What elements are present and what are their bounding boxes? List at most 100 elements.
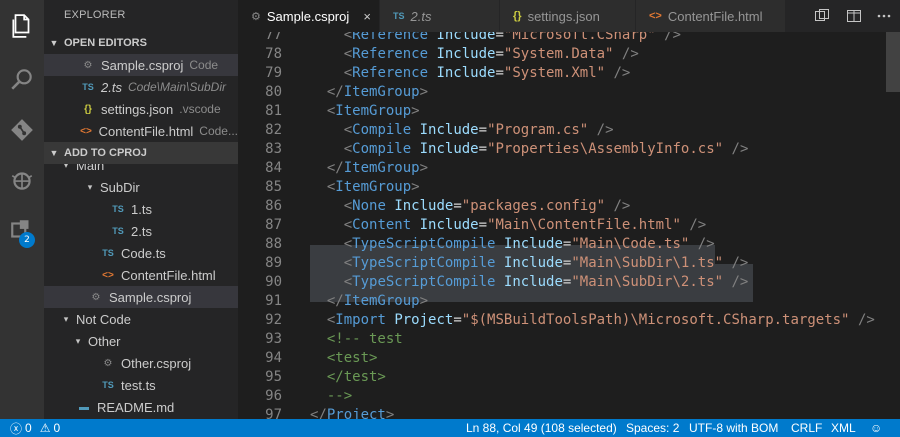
project-header[interactable]: ▼ ADD TO CPROJ bbox=[44, 142, 238, 164]
code-line: 83 <Compile Include="Properties\Assembly… bbox=[238, 140, 900, 159]
code-line: 77 <Reference Include="Microsoft.CSharp"… bbox=[238, 32, 900, 45]
code-line: 91 </ItemGroup> bbox=[238, 292, 900, 311]
ts-icon: TS bbox=[102, 380, 114, 390]
line-number: 90 bbox=[265, 274, 282, 290]
open-editor-item[interactable]: ⚙ Sample.csproj Code bbox=[44, 54, 238, 76]
activity-bar: 2 bbox=[0, 0, 44, 419]
line-number: 82 bbox=[265, 122, 282, 138]
problems-indicator[interactable]: ⓧ 0 ⚠ 0 bbox=[10, 419, 60, 437]
line-number: 87 bbox=[265, 217, 282, 233]
tree-file[interactable]: TS 2.ts bbox=[44, 220, 238, 242]
tree-file[interactable]: <> ContentFile.html bbox=[44, 264, 238, 286]
language-mode[interactable]: XML bbox=[831, 419, 856, 437]
line-code: <None Include="packages.config" /> bbox=[326, 198, 631, 214]
line-code: <Reference Include="Microsoft.CSharp" /> bbox=[326, 32, 681, 43]
line-number: 88 bbox=[265, 236, 282, 252]
explorer-icon[interactable] bbox=[0, 4, 44, 48]
code-line: 80 </ItemGroup> bbox=[238, 83, 900, 102]
tree-file[interactable]: ⚙ Other.csproj bbox=[44, 352, 238, 374]
line-code: <Import Project="$(MSBuildToolsPath)\Mic… bbox=[326, 312, 875, 328]
code-line: 88 <TypeScriptCompile Include="Main\Code… bbox=[238, 235, 900, 254]
chevron-down-icon: ▼ bbox=[49, 38, 59, 48]
debug-icon[interactable] bbox=[0, 158, 44, 202]
scrollbar-thumb[interactable] bbox=[886, 32, 900, 92]
line-code: <ItemGroup> bbox=[326, 179, 420, 195]
open-editor-item[interactable]: <> ContentFile.html Code... bbox=[44, 120, 238, 142]
chevron-down-icon: ▾ bbox=[63, 313, 69, 324]
code-line: 78 <Reference Include="System.Data" /> bbox=[238, 45, 900, 64]
ts-icon: TS bbox=[112, 226, 124, 236]
gear-icon: ⚙ bbox=[103, 357, 113, 369]
line-code: </ItemGroup> bbox=[326, 293, 429, 309]
tree-file[interactable]: ⚙ Sample.csproj bbox=[44, 286, 238, 308]
gear-icon: ⚙ bbox=[251, 10, 261, 23]
source-control-icon[interactable] bbox=[0, 108, 44, 152]
tree-file[interactable]: TS Code.ts bbox=[44, 242, 238, 264]
code-line: 90 <TypeScriptCompile Include="Main\SubD… bbox=[238, 273, 900, 292]
vscode-window: 2 EXPLORER ▼ OPEN EDITORS ⚙ Sample.cspro… bbox=[0, 0, 900, 437]
line-code: </test> bbox=[326, 369, 386, 385]
tree-folder[interactable]: ▾ SubDir bbox=[44, 176, 238, 198]
line-number: 78 bbox=[265, 46, 282, 62]
open-editors-header[interactable]: ▼ OPEN EDITORS bbox=[44, 32, 238, 54]
line-code: --> bbox=[326, 388, 353, 404]
vertical-scrollbar[interactable] bbox=[886, 32, 900, 419]
tab-2-ts[interactable]: TS 2.ts bbox=[380, 0, 500, 32]
gear-icon: ⚙ bbox=[83, 59, 93, 71]
json-icon: {} bbox=[513, 10, 522, 22]
line-ending[interactable]: CRLF bbox=[791, 419, 822, 437]
line-number: 81 bbox=[265, 103, 282, 119]
indentation[interactable]: Spaces: 2 bbox=[626, 419, 679, 437]
cursor-position[interactable]: Ln 88, Col 49 (108 selected) bbox=[466, 419, 617, 437]
line-number: 93 bbox=[265, 331, 282, 347]
search-icon[interactable] bbox=[0, 57, 44, 101]
tree-file[interactable]: TS 1.ts bbox=[44, 198, 238, 220]
code-line: 85 <ItemGroup> bbox=[238, 178, 900, 197]
code-line: 79 <Reference Include="System.Xml" /> bbox=[238, 64, 900, 83]
tab-contentfile-html[interactable]: <> ContentFile.html bbox=[636, 0, 786, 32]
line-number: 97 bbox=[265, 407, 282, 419]
chevron-down-icon: ▼ bbox=[49, 148, 59, 158]
html-icon: <> bbox=[649, 10, 662, 22]
encoding[interactable]: UTF-8 with BOM bbox=[689, 419, 778, 437]
ts-icon: TS bbox=[393, 11, 405, 21]
line-number: 96 bbox=[265, 388, 282, 404]
tree-folder[interactable]: ▾ Not Code bbox=[44, 308, 238, 330]
line-number: 86 bbox=[265, 198, 282, 214]
chevron-down-icon: ▾ bbox=[87, 181, 93, 192]
feedback-icon[interactable]: ☺ bbox=[870, 419, 882, 437]
line-code: <Reference Include="System.Xml" /> bbox=[326, 65, 631, 81]
extensions-badge: 2 bbox=[19, 232, 35, 248]
code-line: 89 <TypeScriptCompile Include="Main\SubD… bbox=[238, 254, 900, 273]
more-actions-icon[interactable] bbox=[872, 4, 896, 28]
line-number: 79 bbox=[265, 65, 282, 81]
code-line: 92 <Import Project="$(MSBuildToolsPath)\… bbox=[238, 311, 900, 330]
line-code: <!-- test bbox=[326, 331, 403, 347]
tab-settings-json[interactable]: {} settings.json bbox=[500, 0, 636, 32]
open-editor-item[interactable]: TS 2.ts Code\Main\SubDir bbox=[44, 76, 238, 98]
line-code: <Content Include="Main\ContentFile.html"… bbox=[326, 217, 707, 233]
line-number: 89 bbox=[265, 255, 282, 271]
tab-sample-csproj[interactable]: ⚙ Sample.csproj × bbox=[238, 0, 380, 32]
code-line: 95 </test> bbox=[238, 368, 900, 387]
html-icon: <> bbox=[80, 125, 92, 137]
line-number: 77 bbox=[265, 32, 282, 43]
line-number: 83 bbox=[265, 141, 282, 157]
open-editor-item[interactable]: {} settings.json .vscode bbox=[44, 98, 238, 120]
line-code: <Compile Include="Program.cs" /> bbox=[326, 122, 614, 138]
tree-file[interactable]: ▬ README.md bbox=[44, 396, 238, 418]
code-editor[interactable]: 77 <Reference Include="Microsoft.CSharp"… bbox=[238, 32, 900, 419]
open-changes-icon[interactable] bbox=[810, 4, 834, 28]
tree-file[interactable]: TS test.ts bbox=[44, 374, 238, 396]
error-icon: ⓧ bbox=[10, 421, 23, 436]
code-line: 97 </Project> bbox=[238, 406, 900, 419]
ts-icon: TS bbox=[82, 82, 94, 92]
line-code: <test> bbox=[326, 350, 378, 366]
line-code: <TypeScriptCompile Include="Main\SubDir\… bbox=[326, 255, 749, 271]
close-icon[interactable]: × bbox=[363, 9, 371, 24]
tree-folder[interactable]: ▾ Other bbox=[44, 330, 238, 352]
line-code: </ItemGroup> bbox=[326, 84, 429, 100]
split-editor-icon[interactable] bbox=[842, 4, 866, 28]
line-number: 80 bbox=[265, 84, 282, 100]
code-line: 84 </ItemGroup> bbox=[238, 159, 900, 178]
